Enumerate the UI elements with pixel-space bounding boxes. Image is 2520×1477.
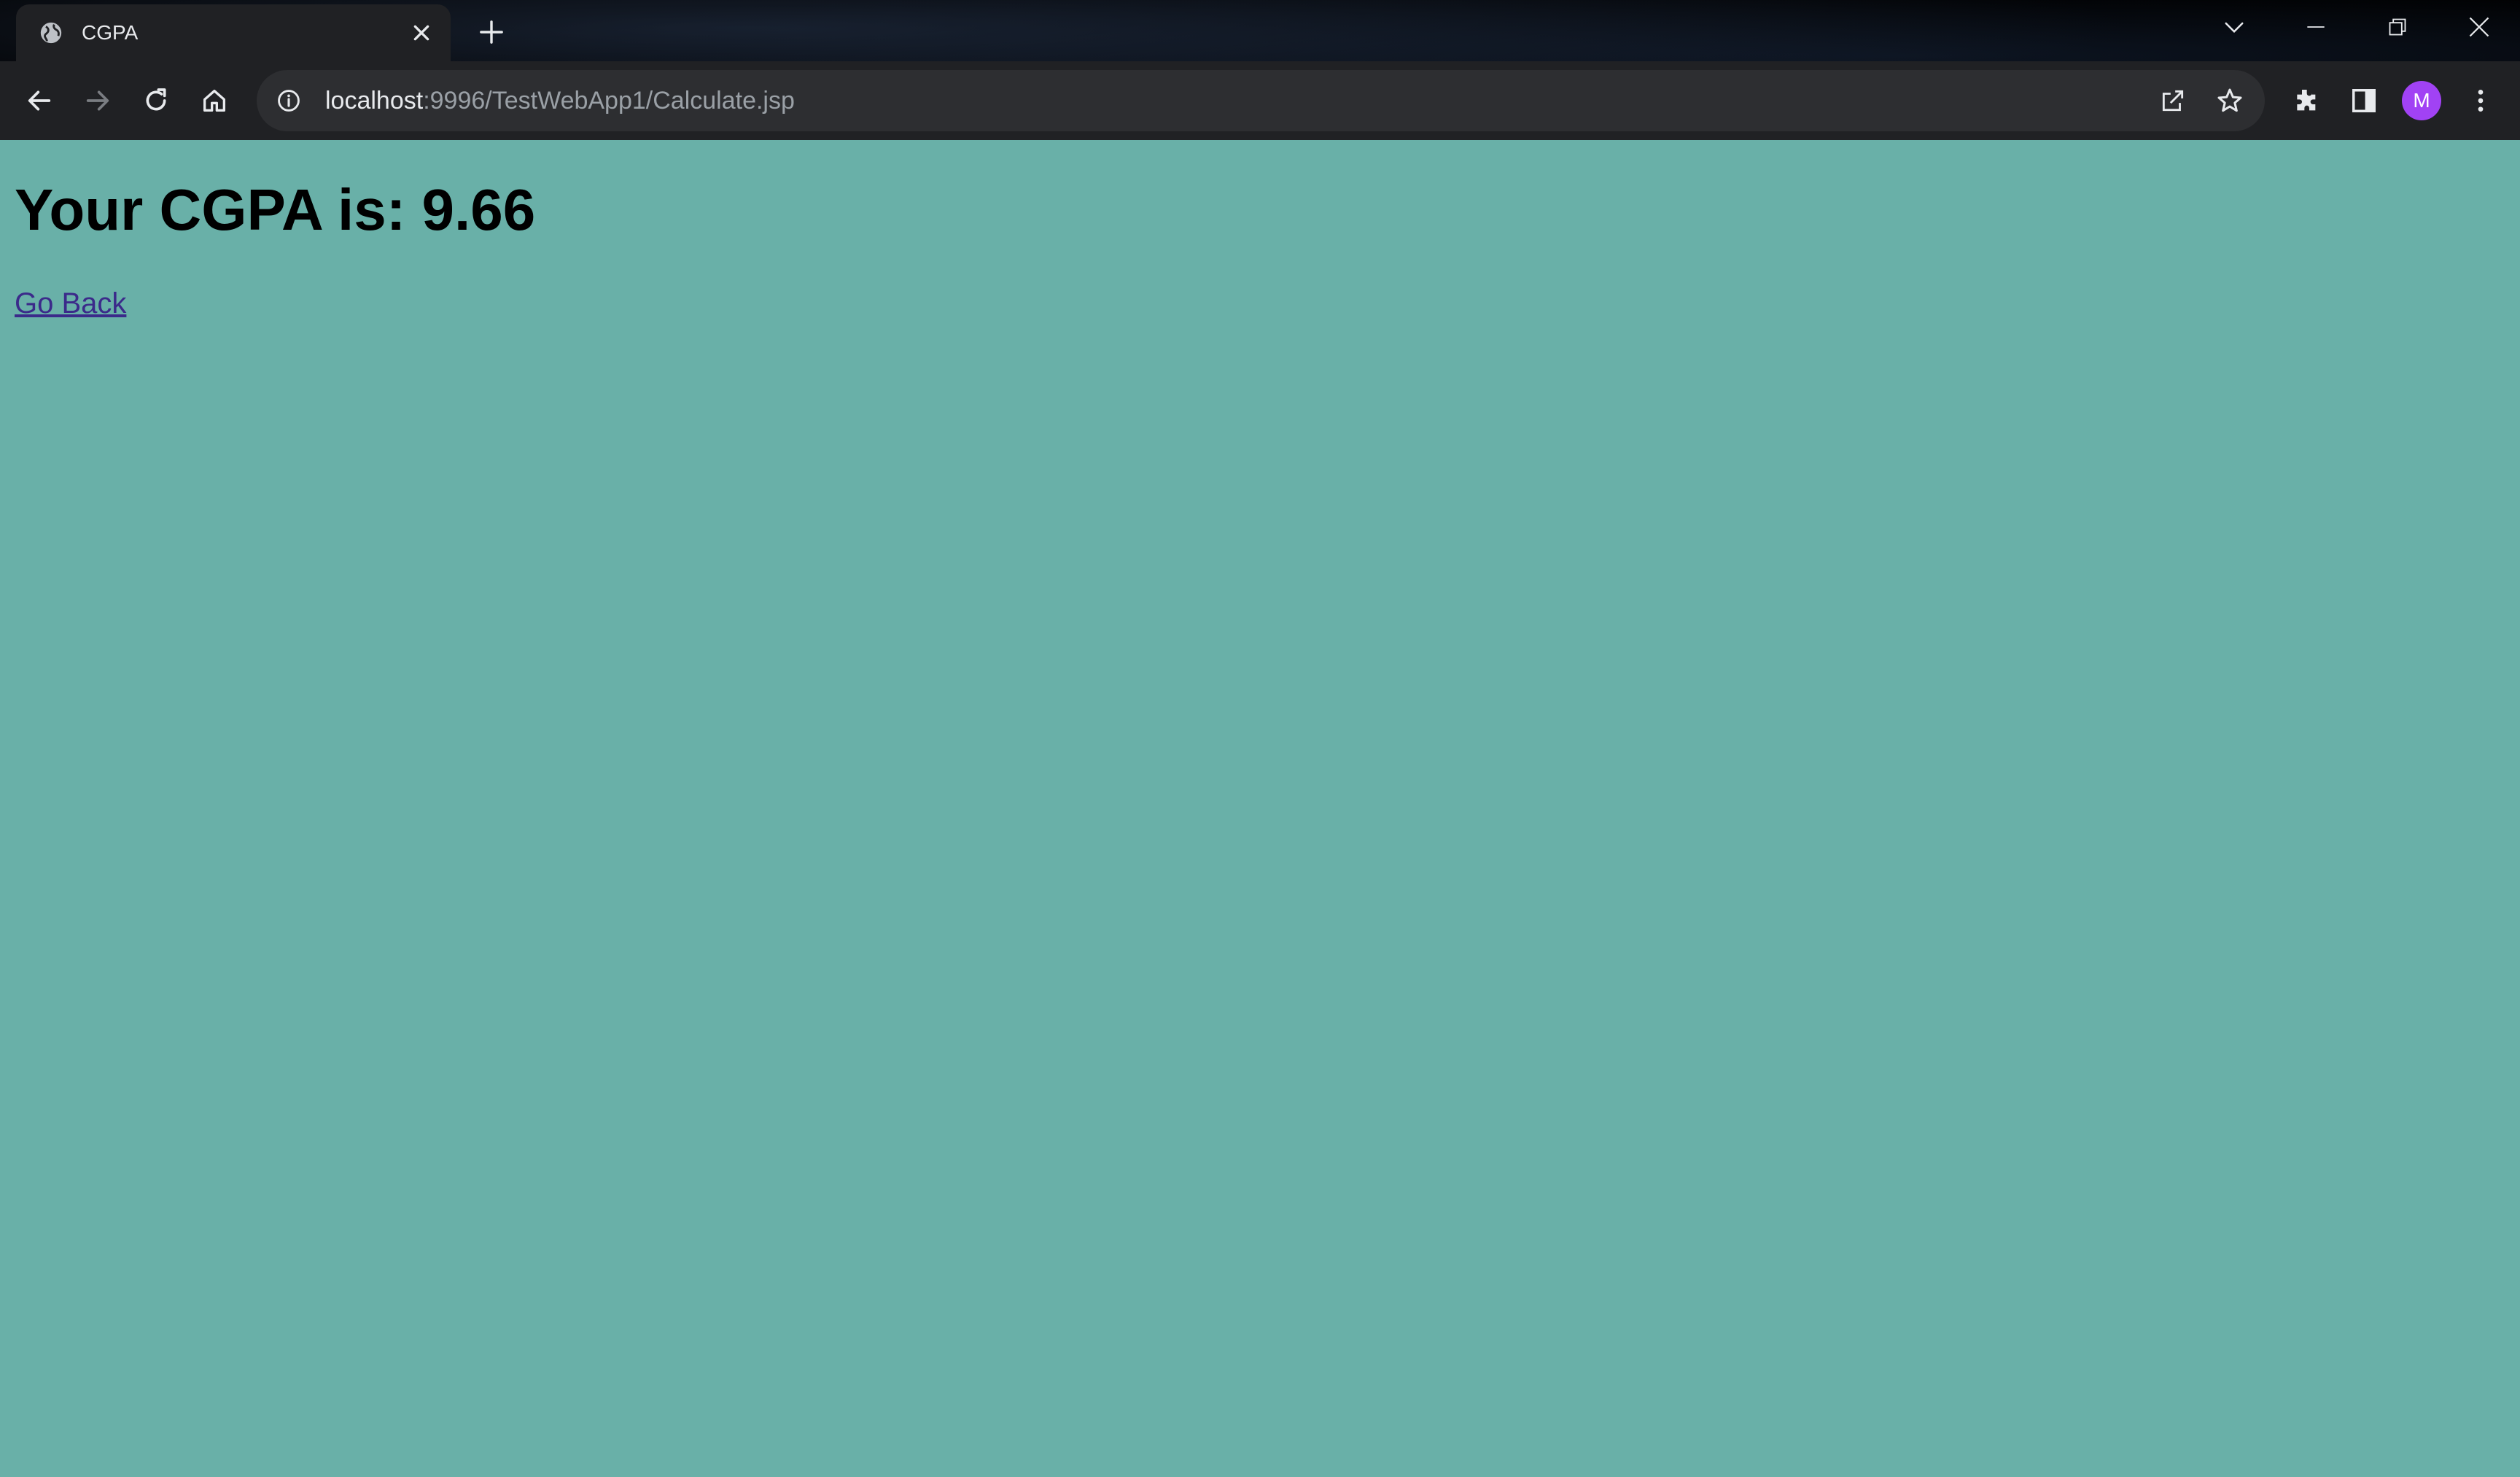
close-tab-icon[interactable] — [404, 15, 439, 50]
tab-strip: CGPA — [0, 0, 2520, 61]
browser-toolbar: localhost:9996/TestWebApp1/Calculate.jsp — [0, 61, 2520, 140]
globe-icon — [38, 20, 64, 46]
extensions-button[interactable] — [2282, 77, 2329, 124]
arrow-right-icon — [86, 90, 109, 111]
home-button[interactable] — [191, 77, 238, 124]
url-text[interactable]: localhost:9996/TestWebApp1/Calculate.jsp — [325, 87, 2151, 115]
profile-button[interactable]: M — [2398, 77, 2445, 124]
menu-button[interactable] — [2457, 77, 2504, 124]
info-icon[interactable] — [273, 85, 305, 117]
puzzle-icon — [2297, 90, 2316, 111]
minimize-button[interactable] — [2275, 0, 2357, 54]
go-back-link[interactable]: Go Back — [15, 287, 126, 320]
close-window-button[interactable] — [2438, 0, 2520, 54]
url-host: localhost — [325, 86, 424, 115]
window-controls — [2193, 0, 2520, 54]
chevron-down-icon — [2225, 22, 2244, 34]
browser-chrome: CGPA localhost:9996/TestWebApp1/Calculat… — [0, 0, 2520, 140]
tab-title: CGPA — [82, 21, 139, 44]
side-panel-button[interactable] — [2341, 77, 2387, 124]
restore-icon — [2389, 18, 2406, 36]
plus-icon — [480, 20, 503, 44]
back-button[interactable] — [16, 77, 63, 124]
minimize-icon — [2307, 26, 2325, 28]
avatar: M — [2402, 81, 2441, 120]
tab-cgpa[interactable]: CGPA — [16, 4, 451, 61]
restore-button[interactable] — [2357, 0, 2438, 54]
more-vert-icon — [2478, 90, 2484, 112]
home-icon — [203, 90, 225, 112]
share-icon[interactable] — [2151, 79, 2195, 123]
url-path: :9996/TestWebApp1/Calculate.jsp — [423, 86, 795, 115]
close-icon — [2469, 17, 2489, 37]
arrow-left-icon — [28, 90, 51, 111]
tab-search-button[interactable] — [2193, 0, 2275, 54]
address-bar[interactable]: localhost:9996/TestWebApp1/Calculate.jsp — [257, 70, 2265, 131]
reload-button[interactable] — [133, 77, 179, 124]
cgpa-result-heading: Your CGPA is: 9.66 — [15, 177, 536, 242]
new-tab-button[interactable] — [472, 13, 510, 51]
reload-icon — [146, 88, 166, 111]
page-content: Your CGPA is: 9.66 Go Back — [0, 140, 2520, 1477]
star-icon[interactable] — [2208, 79, 2252, 123]
side-panel-icon — [2352, 89, 2376, 112]
forward-button[interactable] — [74, 77, 121, 124]
